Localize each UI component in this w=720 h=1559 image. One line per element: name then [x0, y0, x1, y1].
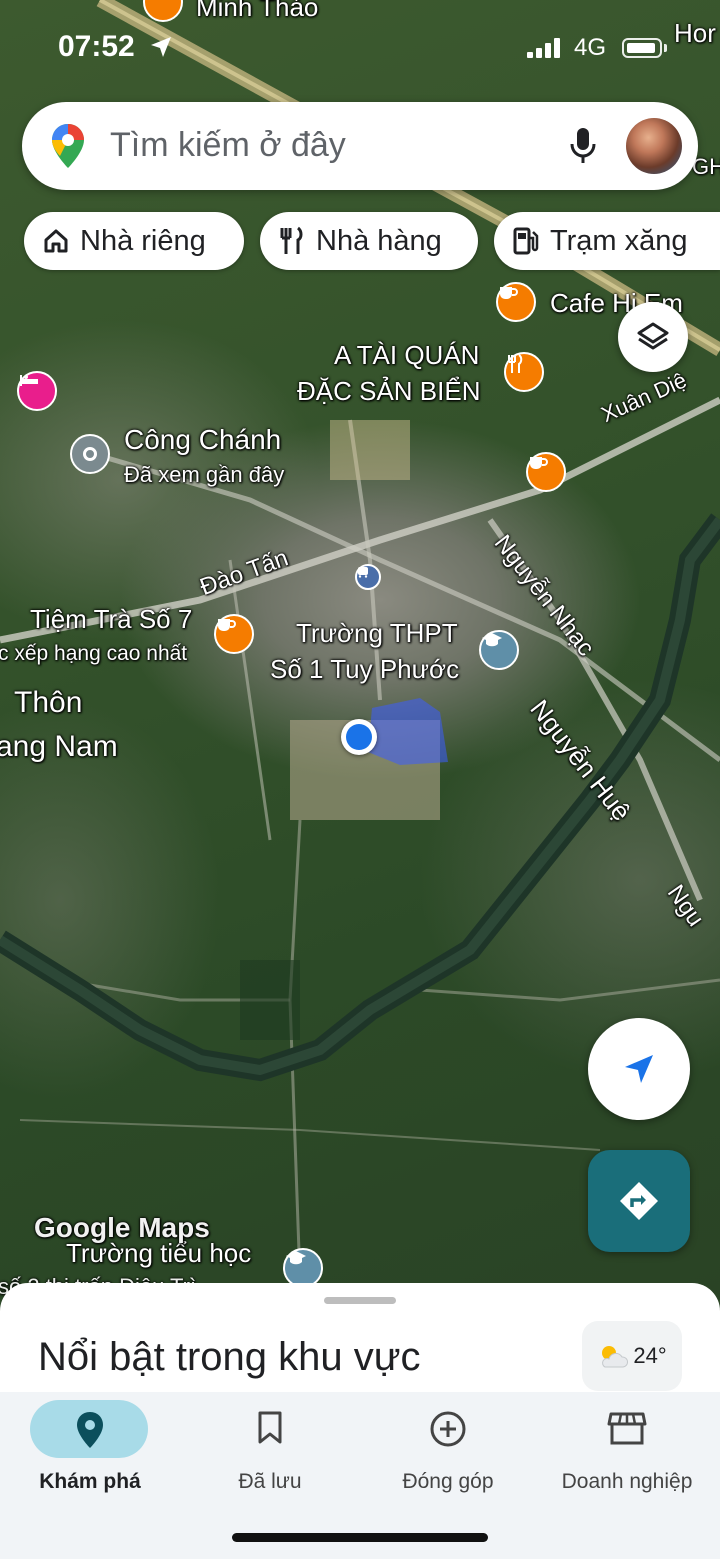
chip-gas-station[interactable]: Trạm xăng	[494, 212, 720, 270]
nav-saved[interactable]: Đã lưu	[180, 1392, 360, 1512]
my-location-button[interactable]	[588, 1018, 690, 1120]
map-label-tiem-tra[interactable]: Tiệm Trà Số 7	[30, 604, 192, 635]
navigation-arrow-icon	[625, 1055, 653, 1083]
cafe-pin-icon[interactable]	[214, 614, 254, 654]
search-bar[interactable]: Tìm kiếm ở đây	[22, 102, 698, 190]
home-indicator	[232, 1533, 488, 1542]
chip-home-label: Nhà riêng	[80, 224, 206, 257]
nav-contribute-label: Đóng góp	[402, 1470, 494, 1493]
sheet-drag-handle[interactable]	[324, 1297, 396, 1304]
map-label-cong-chanh-sub: Đã xem gần đây	[124, 462, 285, 487]
map-label-ang-nam: ang Nam	[0, 730, 118, 763]
home-icon	[44, 229, 68, 253]
restaurant-icon	[280, 226, 303, 254]
map-label-tiem-tra-sub: c xếp hạng cao nhất	[0, 642, 188, 665]
current-location-dot	[341, 719, 377, 755]
directions-icon	[620, 1182, 658, 1220]
bottom-sheet[interactable]: Nổi bật trong khu vực 24°	[0, 1283, 720, 1403]
weather-temperature: 24°	[633, 1343, 667, 1368]
layers-button[interactable]	[618, 302, 688, 372]
search-input[interactable]: Tìm kiếm ở đây	[110, 126, 346, 165]
nav-contribute[interactable]: Đóng góp	[358, 1392, 538, 1512]
restaurant-pin-icon[interactable]	[504, 352, 544, 392]
google-maps-pin-icon	[52, 124, 84, 168]
google-maps-logo: Google Maps	[34, 1212, 210, 1243]
nav-business[interactable]: Doanh nghiệp	[537, 1392, 717, 1512]
location-arrow-icon	[151, 37, 171, 57]
sheet-title: Nổi bật trong khu vực	[38, 1335, 421, 1379]
add-circle-icon	[430, 1411, 466, 1447]
chip-gas-station-label: Trạm xăng	[550, 224, 688, 257]
gas-station-icon	[513, 227, 539, 255]
signal-bars-icon	[527, 38, 560, 58]
bus-stop-icon[interactable]	[355, 564, 381, 590]
battery-icon	[622, 38, 662, 58]
layers-icon	[637, 322, 669, 350]
map-label-truong-thpt-2[interactable]: Số 1 Tuy Phước	[270, 654, 459, 685]
storefront-icon	[607, 1412, 647, 1445]
partly-cloudy-icon	[602, 1346, 629, 1368]
cafe-pin-icon[interactable]	[526, 452, 566, 492]
status-time: 07:52	[58, 30, 135, 63]
school-pin-icon[interactable]	[479, 630, 519, 670]
bookmark-icon	[258, 1411, 282, 1444]
nav-explore-label: Khám phá	[39, 1470, 141, 1493]
recent-place-pin-icon[interactable]	[70, 434, 110, 474]
chip-home[interactable]: Nhà riêng	[24, 212, 244, 270]
weather-badge[interactable]: 24°	[582, 1321, 682, 1391]
account-avatar[interactable]	[626, 118, 682, 174]
map-label-quan-line1[interactable]: A TÀI QUÁN	[334, 340, 479, 371]
explore-pin-icon	[77, 1412, 103, 1448]
chip-restaurant[interactable]: Nhà hàng	[260, 212, 478, 270]
status-bar: 07:52 4G	[0, 0, 720, 95]
nav-explore[interactable]: Khám phá	[0, 1392, 180, 1512]
map-label-cong-chanh[interactable]: Công Chánh	[124, 424, 281, 456]
map-label-truong-thpt-1[interactable]: Trường THPT	[296, 618, 458, 649]
school-pin-icon[interactable]	[283, 1248, 323, 1288]
map-label-thon: Thôn	[14, 686, 83, 719]
hotel-pin-icon[interactable]	[17, 371, 57, 411]
map-label-quan-line2[interactable]: ĐẶC SẢN BIỂN	[297, 376, 481, 407]
network-type: 4G	[574, 34, 607, 61]
cafe-pin-icon[interactable]	[496, 282, 536, 322]
chip-restaurant-label: Nhà hàng	[316, 224, 442, 257]
nav-saved-label: Đã lưu	[238, 1470, 302, 1493]
directions-button[interactable]	[588, 1150, 690, 1252]
battery-cap	[664, 44, 667, 52]
mic-icon[interactable]	[568, 126, 598, 166]
nav-business-label: Doanh nghiệp	[561, 1470, 693, 1493]
